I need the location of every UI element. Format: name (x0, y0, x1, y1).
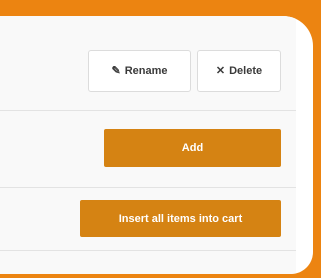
add-button[interactable]: Add (104, 129, 281, 167)
delete-button-label: Delete (229, 65, 263, 77)
insert-all-button-label: Insert all items into cart (118, 212, 243, 225)
rename-button[interactable]: ✎ Rename (88, 50, 191, 92)
list-panel: ✎ Rename ✕ Delete Add Insert all items i… (0, 16, 296, 274)
insert-all-into-cart-button[interactable]: Insert all items into cart (80, 200, 281, 237)
divider (0, 110, 296, 111)
divider (0, 250, 296, 251)
pencil-icon: ✎ (111, 64, 121, 77)
rename-button-label: Rename (124, 65, 168, 77)
delete-button[interactable]: ✕ Delete (197, 50, 281, 92)
divider (0, 187, 296, 188)
add-button-label: Add (181, 142, 204, 154)
cart-list-frame: ✎ Rename ✕ Delete Add Insert all items i… (0, 16, 313, 274)
close-icon: ✕ (215, 64, 226, 77)
